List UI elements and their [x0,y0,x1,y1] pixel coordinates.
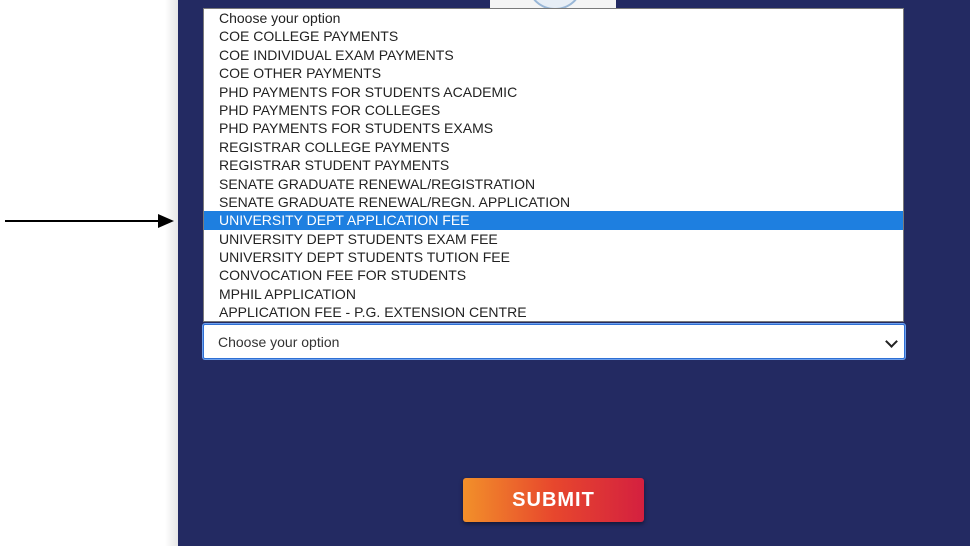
payment-type-select[interactable]: Choose your option [203,324,905,359]
dropdown-option[interactable]: MPHIL APPLICATION [204,285,903,303]
right-arrow-icon [158,214,174,228]
left-margin [0,0,165,546]
dropdown-option[interactable]: UNIVERSITY DEPT STUDENTS EXAM FEE [204,230,903,248]
dropdown-option[interactable]: APPLICATION FEE - P.G. EXTENSION CENTRE [204,303,903,321]
dropdown-option[interactable]: REGISTRAR STUDENT PAYMENTS [204,156,903,174]
dropdown-option[interactable]: REGISTRAR COLLEGE PAYMENTS [204,138,903,156]
dropdown-option[interactable]: CONVOCATION FEE FOR STUDENTS [204,266,903,284]
dropdown-option[interactable]: PHD PAYMENTS FOR COLLEGES [204,101,903,119]
dropdown-option[interactable]: UNIVERSITY DEPT APPLICATION FEE [204,211,903,230]
dropdown-option[interactable]: COE COLLEGE PAYMENTS [204,27,903,45]
payment-type-dropdown-list[interactable]: Choose your option COE COLLEGE PAYMENTS CO… [203,8,904,322]
dropdown-option[interactable]: COE OTHER PAYMENTS [204,64,903,82]
dropdown-option[interactable]: SENATE GRADUATE RENEWAL/REGN. APPLICATIO… [204,193,903,211]
dropdown-option[interactable]: PHD PAYMENTS FOR STUDENTS ACADEMIC [204,83,903,101]
university-logo [490,0,616,10]
dropdown-option[interactable]: UNIVERSITY DEPT STUDENTS TUTION FEE [204,248,903,266]
chevron-down-icon[interactable] [885,335,898,348]
dropdown-option[interactable]: PHD PAYMENTS FOR STUDENTS EXAMS [204,119,903,137]
dropdown-option[interactable]: SENATE GRADUATE RENEWAL/REGISTRATION [204,175,903,193]
annotation-arrow-shaft [5,220,165,222]
submit-button[interactable]: SUBMIT [463,478,644,522]
page-separator [165,0,178,546]
dropdown-option[interactable]: COE INDIVIDUAL EXAM PAYMENTS [204,46,903,64]
dropdown-option[interactable]: Choose your option [204,9,903,27]
select-current-value: Choose your option [218,334,340,350]
